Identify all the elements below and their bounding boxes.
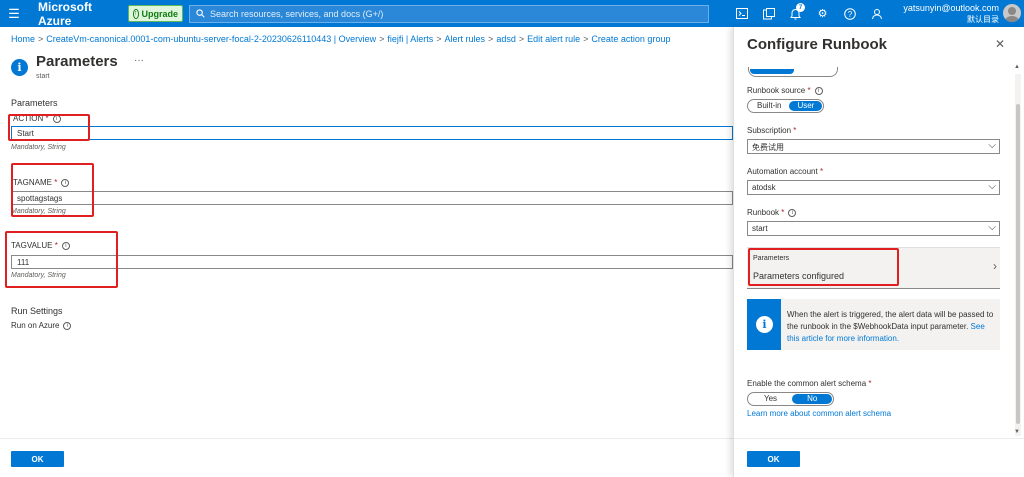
breadcrumb-alert-rules[interactable]: Alert rules [445,34,486,44]
close-icon[interactable]: ✕ [995,37,1005,51]
parameters-section-title: Parameters [11,98,58,108]
highlight-box-parameters [748,248,899,286]
breadcrumb-adsd[interactable]: adsd [496,34,516,44]
info-message-box: i When the alert is triggered, the alert… [747,299,1000,350]
info-text: When the alert is triggered, the alert d… [787,309,997,345]
runbook-value: start [752,224,768,233]
subscription-value: 免费试用 [752,143,784,152]
subscription-label-text: Subscription [747,126,792,135]
chevron-right-icon: › [993,259,997,273]
runbook-label: Runbook * i [747,208,797,217]
panel-scrollbar[interactable] [1015,74,1021,436]
info-circle-icon[interactable]: i [63,321,72,330]
breadcrumb: Home > CreateVm-canonical.0001-com-ubuntu-… [11,34,671,44]
automation-account-value: atodsk [752,183,776,192]
automation-account-label: Automation account * [747,167,824,176]
subscription-select[interactable]: 免费试用 ⌵ [747,139,1000,154]
user-option[interactable]: User [789,101,823,111]
cloud-shell-icon[interactable] [728,0,755,27]
help-icon[interactable]: ? [836,0,863,27]
common-schema-label-text: Enable the common alert schema [747,379,867,388]
runbook-source-toggle[interactable]: Built-in User [747,99,825,113]
account-email: yatsunyin@outlook.com [903,3,999,13]
automation-account-select[interactable]: atodsk ⌵ [747,180,1000,195]
tagvalue-input[interactable]: 111 [11,255,733,269]
no-option[interactable]: No [792,394,833,404]
common-schema-label: Enable the common alert schema * [747,379,872,388]
notification-count-badge: 7 [796,3,805,12]
info-circle-icon[interactable]: i [788,208,797,217]
info-icon: i [756,316,773,333]
upgrade-arrow-icon: ↑ [133,8,139,19]
scroll-down-icon[interactable]: ▼ [1014,429,1020,435]
yes-option[interactable]: Yes [749,394,792,404]
info-icon: i [11,59,28,76]
brand-logo[interactable]: Microsoft Azure [38,0,126,28]
breadcrumb-create-action-group[interactable]: Create action group [591,34,670,44]
svg-text:?: ? [847,10,852,19]
subscription-label: Subscription * [747,126,797,135]
account-info[interactable]: yatsunyin@outlook.com 默认目录 [893,3,999,25]
account-directory: 默认目录 [967,15,999,24]
breadcrumb-edit-alert-rule[interactable]: Edit alert rule [527,34,580,44]
automation-account-label-text: Automation account [747,167,818,176]
action-hint: Mandatory, String [11,144,66,151]
avatar[interactable] [1003,4,1021,22]
chevron-down-icon: ⌵ [988,222,996,233]
settings-icon[interactable]: ⚙ [809,0,836,27]
common-schema-link[interactable]: Learn more about common alert schema [747,409,891,418]
chevron-down-icon: ⌵ [988,140,996,151]
chevron-down-icon: ⌵ [988,181,996,192]
upgrade-label: Upgrade [141,8,179,19]
highlight-box-tagvalue [5,231,118,288]
more-options-icon[interactable]: ··· [134,55,144,66]
highlight-box-tagname [11,163,94,217]
breadcrumb-vm[interactable]: CreateVm-canonical.0001-com-ubuntu-serve… [46,34,376,44]
builtin-option[interactable]: Built-in [749,101,789,111]
panel-title: Configure Runbook [747,36,887,53]
page-subtitle: start [36,73,50,80]
info-text-body: When the alert is triggered, the alert d… [787,310,994,331]
runbook-source-label-text: Runbook source [747,86,806,95]
run-on-azure-label: Run on Azure i [11,321,72,330]
action-input[interactable]: Start [11,126,733,140]
upgrade-button[interactable]: ↑ Upgrade [128,5,183,22]
search-icon [196,9,205,18]
notifications-icon[interactable]: 7 [782,0,809,27]
tagname-input[interactable]: spottagstags [11,191,733,205]
scroll-up-icon[interactable]: ▲ [1014,64,1020,70]
runbook-source-label: Runbook source * i [747,86,823,95]
partial-toggle[interactable] [748,67,838,77]
info-circle-icon[interactable]: i [814,86,823,95]
run-on-azure-text: Run on Azure [11,321,60,330]
page-title: Parameters [36,53,118,70]
breadcrumb-home[interactable]: Home [11,34,35,44]
runbook-select[interactable]: start ⌵ [747,221,1000,236]
scroll-thumb[interactable] [1016,104,1020,424]
configure-runbook-panel: Configure Runbook ✕ Runbook source * i Bu… [733,27,1024,477]
highlight-box-action [8,114,90,141]
toolbar-icons: 7 ⚙ ? [728,0,890,27]
common-schema-toggle[interactable]: Yes No [747,392,835,406]
panel-ok-button[interactable]: OK [747,451,800,467]
runbook-label-text: Runbook [747,208,780,217]
run-settings-title: Run Settings [11,306,63,316]
ok-button[interactable]: OK [11,451,64,467]
breadcrumb-alerts[interactable]: fiejfi | Alerts [387,34,433,44]
left-footer [0,438,733,477]
feedback-icon[interactable] [863,0,890,27]
menu-icon[interactable]: ☰ [0,0,28,27]
directory-filter-icon[interactable] [755,0,782,27]
search-input[interactable]: Search resources, services, and docs (G+… [189,4,709,23]
search-placeholder: Search resources, services, and docs (G+… [210,8,384,19]
